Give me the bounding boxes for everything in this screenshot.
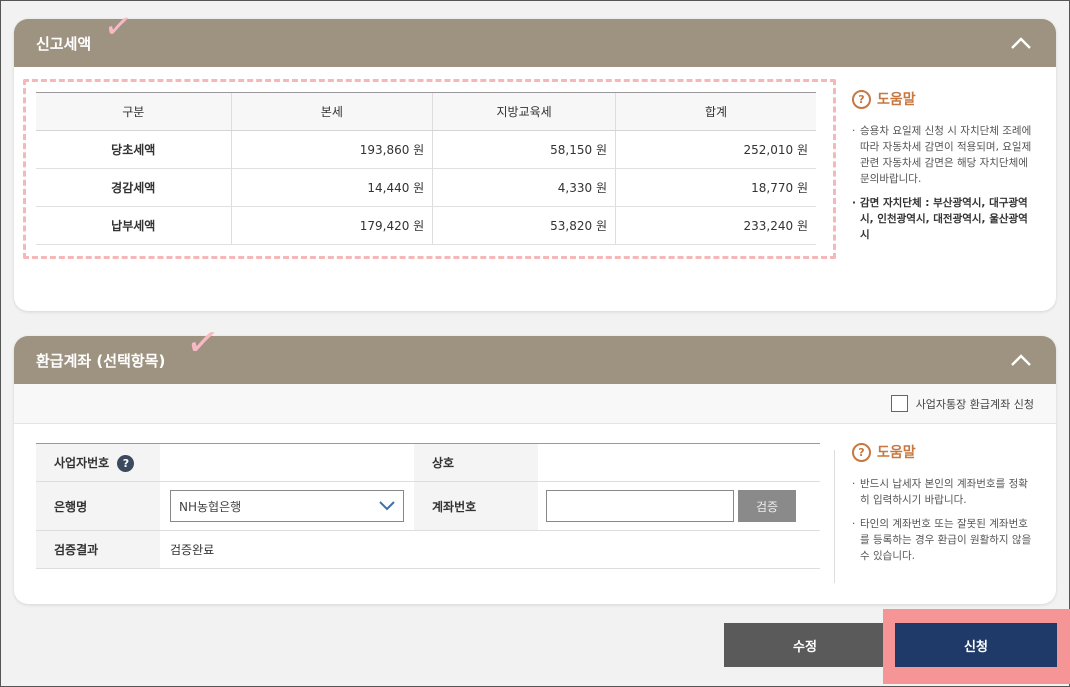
account-label: 계좌번호 (414, 481, 538, 531)
bank-cell: NH농협은행 (160, 481, 414, 531)
collapse-chevron-up-icon[interactable] (1008, 347, 1034, 373)
refund-panel-header: 환급계좌 (선택항목) (14, 336, 1056, 384)
help-item: 반드시 납세자 본인의 계좌번호를 정확히 입력하시기 바랍니다. (852, 476, 1032, 508)
apply-button[interactable]: 신청 (895, 623, 1057, 667)
refund-help-box: ? 도움말 반드시 납세자 본인의 계좌번호를 정확히 입력하시기 바랍니다. … (852, 442, 1032, 572)
bank-select-value: NH농협은행 (179, 499, 242, 514)
tax-table-header-row: 구분 본세 지방교육세 합계 (36, 92, 816, 131)
help-item: 승용차 요일제 신청 시 자치단체 조례에 따라 자동차세 감면이 적용되며, … (852, 123, 1032, 187)
account-cell: 검증 (538, 481, 820, 531)
row-label: 당초세액 (36, 130, 231, 169)
table-row: 납부세액 179,420 원 53,820 원 233,240 원 (36, 206, 816, 245)
verify-button[interactable]: 검증 (738, 490, 796, 522)
main-tax-value: 14,440 원 (230, 168, 433, 207)
main-tax-value: 179,420 원 (230, 206, 433, 245)
help-title: ? 도움말 (852, 89, 1032, 109)
result-label: 검증결과 (36, 530, 160, 569)
help-list: 반드시 납세자 본인의 계좌번호를 정확히 입력하시기 바랍니다. 타인의 계좌… (852, 476, 1032, 564)
tax-panel-header: 신고세액 (14, 19, 1056, 67)
collapse-chevron-up-icon[interactable] (1008, 30, 1034, 56)
form-row: 은행명 NH농협은행 계좌번호 검증 (36, 481, 820, 531)
form-row: 사업자번호 ? 상호 (36, 443, 820, 482)
total-value: 18,770 원 (615, 168, 816, 207)
question-circle-icon: ? (852, 442, 871, 462)
tax-help-box: ? 도움말 승용차 요일제 신청 시 자치단체 조례에 따라 자동차세 감면이 … (852, 89, 1032, 251)
main-tax-value: 193,860 원 (230, 130, 433, 169)
tax-panel: 신고세액 구분 본세 지방교육세 합계 당초세액 193,860 원 58,15… (14, 19, 1056, 311)
help-list: 승용차 요일제 신청 시 자치단체 조례에 따라 자동차세 감면이 적용되며, … (852, 123, 1032, 243)
company-value (538, 443, 820, 482)
table-row: 경감세액 14,440 원 4,330 원 18,770 원 (36, 168, 816, 207)
edu-tax-value: 58,150 원 (432, 130, 616, 169)
help-title-text: 도움말 (877, 92, 916, 108)
total-value: 233,240 원 (615, 206, 816, 245)
edit-button[interactable]: 수정 (724, 623, 886, 667)
account-form-table: 사업자번호 ? 상호 은행명 NH농협은행 계좌번호 검증 검증결과 검증완료 (36, 443, 820, 569)
col-header: 합계 (615, 92, 816, 131)
chevron-down-icon (379, 501, 395, 511)
table-row: 당초세액 193,860 원 58,150 원 252,010 원 (36, 130, 816, 169)
business-account-checkbox[interactable] (890, 395, 908, 412)
question-icon[interactable]: ? (117, 454, 135, 472)
result-value: 검증완료 (160, 530, 820, 569)
business-no-label: 사업자번호 (54, 455, 110, 470)
refund-panel: 환급계좌 (선택항목) 사업자통장 환급계좌 신청 사업자번호 ? 상호 은행명… (14, 336, 1056, 604)
help-item: 타인의 계좌번호 또는 잘못된 계좌번호를 등록하는 경우 환급이 원활하지 않… (852, 516, 1032, 564)
question-circle-icon: ? (852, 89, 871, 109)
help-title-text: 도움말 (877, 445, 916, 461)
col-header: 본세 (230, 92, 433, 131)
bank-select[interactable]: NH농협은행 (170, 490, 404, 522)
help-title: ? 도움말 (852, 442, 1032, 462)
company-label: 상호 (414, 443, 538, 482)
col-header: 구분 (36, 92, 231, 131)
business-no-value (160, 443, 414, 482)
row-label: 납부세액 (36, 206, 231, 245)
bank-label: 은행명 (36, 481, 160, 531)
help-item: 감면 자치단체 : 부산광역시, 대구광역시, 인천광역시, 대전광역시, 울산… (852, 195, 1032, 243)
row-label: 경감세액 (36, 168, 231, 207)
business-no-label-cell: 사업자번호 ? (36, 443, 160, 482)
account-number-input[interactable] (546, 490, 734, 522)
business-account-label: 사업자통장 환급계좌 신청 (915, 397, 1034, 411)
total-value: 252,010 원 (615, 130, 816, 169)
business-account-bar: 사업자통장 환급계좌 신청 (14, 384, 1056, 424)
tax-table: 구분 본세 지방교육세 합계 당초세액 193,860 원 58,150 원 2… (36, 92, 816, 245)
edu-tax-value: 53,820 원 (432, 206, 616, 245)
form-row: 검증결과 검증완료 (36, 530, 820, 569)
tax-panel-title: 신고세액 (36, 34, 92, 53)
col-header: 지방교육세 (432, 92, 616, 131)
divider (834, 450, 835, 583)
edu-tax-value: 4,330 원 (432, 168, 616, 207)
refund-panel-title: 환급계좌 (선택항목) (36, 351, 166, 370)
